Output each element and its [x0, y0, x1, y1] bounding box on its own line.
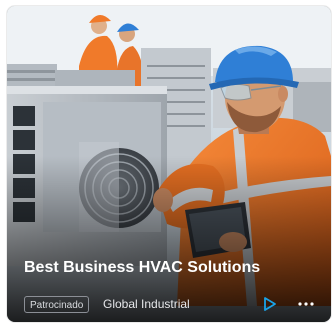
sponsored-ad-card[interactable]: Best Business HVAC Solutions Patrocinado…	[7, 6, 331, 322]
more-options-button[interactable]	[295, 294, 317, 314]
advertiser-name[interactable]: Global Industrial	[103, 297, 190, 312]
card-footer: Patrocinado Global Industrial	[7, 292, 331, 322]
more-options-icon	[298, 302, 314, 306]
ad-title[interactable]: Best Business HVAC Solutions	[24, 258, 324, 278]
play-button[interactable]	[259, 294, 279, 314]
play-icon	[264, 297, 276, 311]
sponsored-badge: Patrocinado	[24, 296, 90, 313]
